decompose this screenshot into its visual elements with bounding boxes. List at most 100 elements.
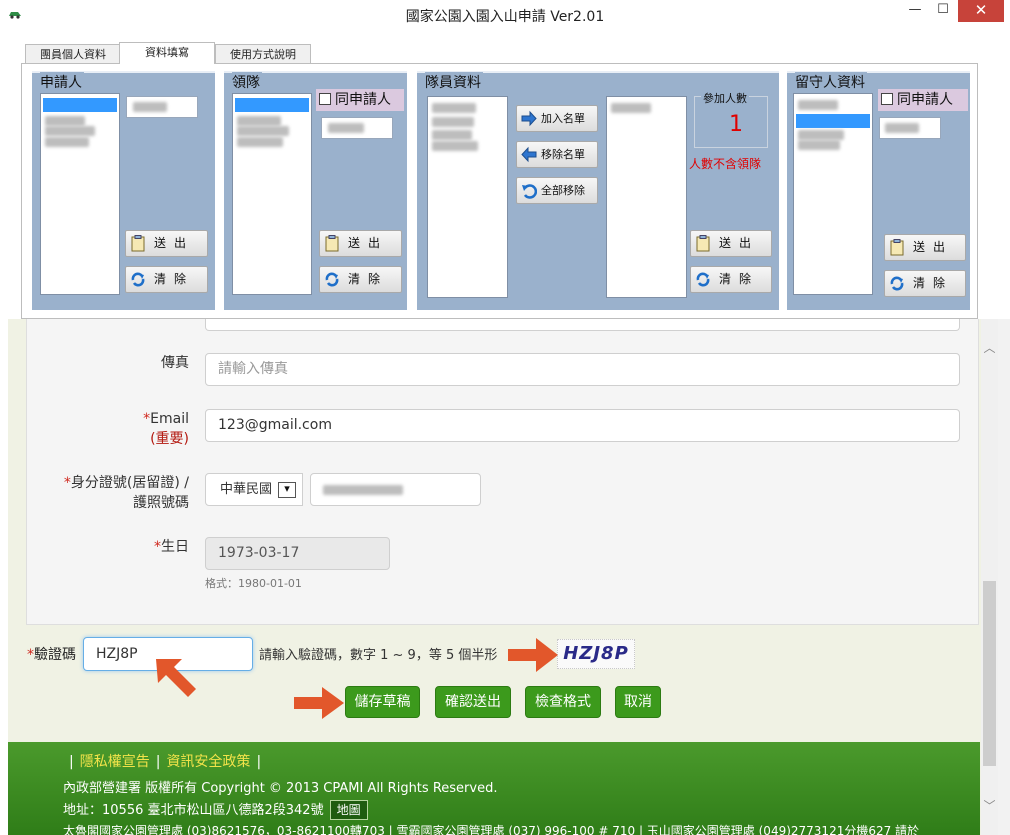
address-line: 地址：10556 臺北市松山區八德路2段342號 地圖 — [63, 799, 368, 820]
list-item[interactable] — [798, 100, 838, 110]
members-listbox[interactable] — [606, 96, 687, 298]
refresh-icon — [131, 272, 145, 287]
leader-same-as-applicant-checkbox[interactable]: 同申請人 — [316, 89, 404, 111]
map-link[interactable]: 地圖 — [329, 800, 368, 820]
maximize-button[interactable]: ☐ — [930, 0, 956, 22]
scroll-down-icon[interactable]: ﹀ — [981, 797, 998, 813]
list-item[interactable] — [237, 126, 289, 136]
list-item[interactable] — [796, 114, 870, 128]
leader-clear-button[interactable]: 清除 — [319, 266, 402, 293]
applicant-send-label: 送出 — [154, 236, 195, 250]
annotation-arrow-icon — [294, 687, 344, 719]
scrollbar-thumb[interactable] — [983, 581, 996, 766]
list-item[interactable] — [798, 140, 840, 150]
guardian-send-button[interactable]: 送出 — [884, 234, 966, 261]
leader-group: 領隊 同申請人 送出 清除 — [224, 71, 407, 310]
checkbox-box[interactable] — [881, 93, 893, 105]
id-number-label: *身分證號(居留證) / 護照號碼 — [63, 475, 189, 511]
email-important-note: (重要) — [150, 431, 189, 447]
captcha-image[interactable]: HZJ8P — [557, 639, 635, 669]
members-clear-button[interactable]: 清除 — [690, 266, 772, 293]
participant-count-note: 人數不含領隊 — [689, 157, 762, 171]
participant-count-value: 1 — [729, 112, 743, 137]
members-send-button[interactable]: 送出 — [690, 230, 772, 257]
add-to-list-label: 加入名單 — [541, 112, 585, 125]
captcha-label: *驗證碼 — [27, 647, 76, 663]
list-item[interactable] — [432, 103, 476, 113]
previous-field-input[interactable] — [205, 319, 960, 331]
tab-member-profile[interactable]: 團員個人資料 — [25, 44, 121, 64]
list-item[interactable] — [45, 126, 95, 136]
leader-same-as-applicant-label: 同申請人 — [335, 92, 391, 108]
cancel-button[interactable]: 取消 — [615, 686, 661, 718]
list-item[interactable] — [432, 117, 474, 127]
email-input[interactable]: 123@gmail.com — [205, 409, 960, 442]
guardian-name-box — [879, 117, 941, 139]
scroll-up-icon[interactable]: ︿ — [981, 339, 998, 355]
checkbox-box[interactable] — [319, 93, 331, 105]
id-number-input[interactable] — [310, 473, 481, 506]
copyright-text: 內政部營建署 版權所有 Copyright © 2013 CPAMI All R… — [63, 781, 498, 796]
list-item[interactable] — [432, 130, 472, 140]
save-draft-button[interactable]: 儲存草稿 — [345, 686, 420, 718]
list-item[interactable] — [235, 98, 309, 112]
list-item[interactable] — [237, 137, 283, 147]
tab-usage-guide[interactable]: 使用方式說明 — [215, 44, 311, 64]
guardian-listbox[interactable] — [793, 93, 873, 295]
privacy-link[interactable]: 隱私權宣告 — [80, 754, 150, 770]
members-group-title: 隊員資料 — [425, 72, 483, 92]
list-item[interactable] — [45, 137, 89, 147]
chevron-down-icon[interactable]: ▾ — [278, 482, 296, 498]
leader-clear-label: 清除 — [348, 272, 389, 286]
remove-all-button[interactable]: 全部移除 — [516, 177, 598, 204]
applicant-listbox[interactable] — [40, 93, 120, 295]
clipboard-icon — [696, 235, 710, 252]
check-format-button[interactable]: 檢查格式 — [525, 686, 601, 718]
guardian-same-as-applicant-label: 同申請人 — [897, 92, 953, 108]
remove-all-label: 全部移除 — [541, 184, 585, 197]
vertical-scrollbar[interactable]: ︿ ﹀ — [981, 319, 998, 835]
list-item[interactable] — [45, 116, 85, 126]
applicant-clear-button[interactable]: 清除 — [125, 266, 208, 293]
tab-content: 申請人 送出 清除 領隊 同申請人 送出 清除 隊員資料 加入名單 移除名單 全… — [21, 63, 978, 319]
form-card: 傳真 請輸入傳真 *Email (重要) 123@gmail.com *身分證號… — [26, 319, 979, 625]
arrow-right-icon — [521, 110, 537, 127]
guardian-same-as-applicant-checkbox[interactable]: 同申請人 — [878, 89, 968, 111]
minimize-button[interactable]: — — [900, 0, 930, 22]
guardian-group-title: 留守人資料 — [795, 72, 867, 92]
members-send-label: 送出 — [719, 236, 760, 250]
applicant-send-button[interactable]: 送出 — [125, 230, 208, 257]
security-policy-link[interactable]: 資訊安全政策 — [166, 754, 250, 770]
remove-from-list-button[interactable]: 移除名單 — [516, 141, 598, 168]
list-item[interactable] — [611, 103, 651, 113]
birthday-input[interactable]: 1973-03-17 — [205, 537, 390, 570]
add-to-list-button[interactable]: 加入名單 — [516, 105, 598, 132]
guardian-clear-label: 清除 — [913, 276, 954, 290]
tab-data-entry[interactable]: 資料填寫 — [119, 42, 215, 64]
guardian-clear-button[interactable]: 清除 — [884, 270, 966, 297]
leader-name-box — [321, 117, 393, 139]
leader-send-button[interactable]: 送出 — [319, 230, 402, 257]
list-item[interactable] — [237, 116, 281, 126]
leader-group-title: 領隊 — [232, 72, 262, 92]
leader-listbox[interactable] — [232, 93, 312, 295]
fax-label: 傳真 — [161, 355, 189, 371]
birthday-label: *生日 — [154, 539, 189, 555]
applicant-group-title: 申請人 — [40, 72, 84, 92]
address-text: 地址：10556 臺北市松山區八德路2段342號 — [63, 803, 324, 818]
clipboard-icon — [325, 235, 339, 252]
close-button[interactable]: ✕ — [958, 0, 1004, 22]
list-item[interactable] — [43, 98, 117, 112]
fax-input[interactable]: 請輸入傳真 — [205, 353, 960, 386]
leader-send-label: 送出 — [348, 236, 389, 250]
members-source-listbox[interactable] — [427, 96, 508, 298]
list-item[interactable] — [798, 130, 844, 140]
nationality-select[interactable]: 中華民國 ▾ — [205, 473, 303, 506]
list-item[interactable] — [432, 141, 478, 151]
captcha-hint: 請輸入驗證碼，數字 1 ~ 9，等 5 個半形 — [259, 648, 498, 663]
confirm-submit-button[interactable]: 確認送出 — [435, 686, 511, 718]
office-contacts: 太魯閣國家公園管理處 (03)8621576，03-8621100轉703 | … — [63, 824, 920, 835]
applicant-clear-label: 清除 — [154, 272, 195, 286]
guardian-send-label: 送出 — [913, 240, 954, 254]
refresh-icon — [890, 276, 904, 291]
